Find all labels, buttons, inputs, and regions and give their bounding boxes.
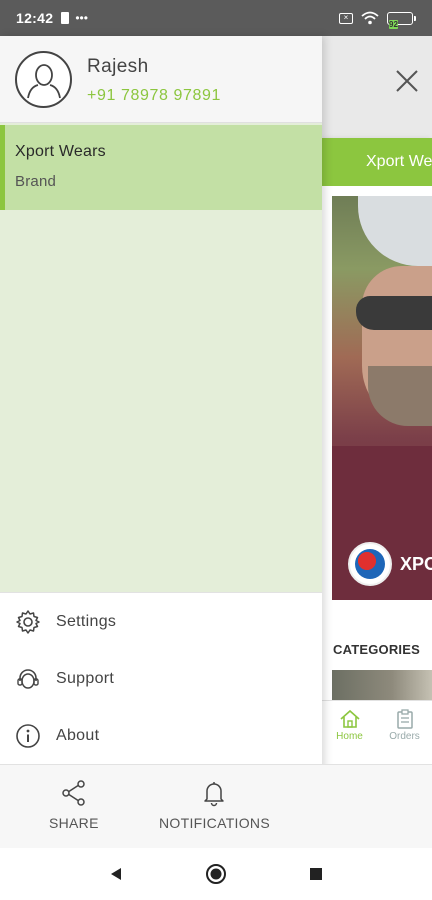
banner-beard <box>368 366 432 426</box>
wifi-icon <box>361 11 379 25</box>
brand-item-title: Xport Wears <box>15 143 106 160</box>
menu-item-about[interactable]: About <box>0 707 322 764</box>
brand-text: XPORT <box>400 553 432 574</box>
app-toolbar: Xport Wears <box>322 138 432 186</box>
nav-item-home[interactable]: Home <box>322 701 377 750</box>
brand-list: Xport Wears Brand <box>0 122 322 592</box>
notifications-label: NOTIFICATIONS <box>159 815 270 831</box>
home-button[interactable] <box>201 859 231 889</box>
category-thumbnail[interactable] <box>332 670 432 702</box>
battery-icon: 92 <box>387 11 416 29</box>
close-icon <box>396 70 418 92</box>
brand-item-subtitle: Brand <box>15 173 57 190</box>
bell-icon <box>204 782 225 807</box>
background-app-screen: Xport Wears XPORT CATEGORIES Home <box>322 36 432 848</box>
share-button[interactable]: SHARE <box>49 779 99 831</box>
drawer-header: Rajesh +91 78978 97891 <box>0 36 322 122</box>
system-navigation-bar <box>0 848 432 900</box>
menu-item-settings-label: Settings <box>56 612 117 630</box>
recents-square-icon <box>310 868 322 880</box>
gear-icon <box>14 608 42 636</box>
drawer-menu: Settings Support About <box>0 592 322 764</box>
banner-goggles <box>356 296 432 330</box>
recents-button[interactable] <box>301 859 331 889</box>
headset-icon <box>14 665 42 693</box>
categories-heading: CATEGORIES <box>333 642 420 657</box>
navigation-drawer: Rajesh +91 78978 97891 Xport Wears Brand… <box>0 36 432 848</box>
cast-icon: × <box>339 12 353 24</box>
app-toolbar-title: Xport Wears <box>366 153 432 170</box>
user-name: Rajesh <box>87 56 149 77</box>
status-bar: 12:42 ••• × 92 <box>0 0 432 36</box>
banner-helmet <box>358 196 432 266</box>
share-icon <box>62 780 85 806</box>
nav-item-orders[interactable]: Orders <box>377 701 432 750</box>
brand-list-item[interactable]: Xport Wears Brand <box>0 125 322 210</box>
background-app-card[interactable]: Xport Wears XPORT CATEGORIES Home <box>322 138 432 782</box>
share-label: SHARE <box>49 815 99 831</box>
orders-icon <box>396 709 413 729</box>
status-right-icons: × 92 <box>339 11 416 29</box>
sim-card-icon <box>61 12 70 24</box>
menu-item-support[interactable]: Support <box>0 650 322 707</box>
brand-logo <box>348 542 392 586</box>
drawer-footer: SHARE NOTIFICATIONS <box>0 764 432 848</box>
banner-brand: XPORT <box>348 542 432 586</box>
home-icon <box>339 709 360 728</box>
menu-item-support-label: Support <box>56 669 115 687</box>
user-avatar-icon <box>26 63 61 98</box>
status-time: 12:42 <box>16 10 54 26</box>
back-button[interactable] <box>101 859 131 889</box>
app-bottom-nav: Home Orders <box>322 700 432 750</box>
battery-level: 92 <box>389 19 398 29</box>
notifications-button[interactable]: NOTIFICATIONS <box>159 779 270 831</box>
nav-item-home-label: Home <box>336 731 363 742</box>
menu-item-settings[interactable]: Settings <box>0 593 322 650</box>
more-notifications-icon: ••• <box>75 11 88 25</box>
info-icon <box>14 722 42 750</box>
avatar[interactable] <box>15 51 72 108</box>
close-drawer-button[interactable] <box>392 66 422 96</box>
hero-banner-image[interactable]: XPORT <box>332 196 432 600</box>
user-phone: +91 78978 97891 <box>87 87 222 104</box>
nav-item-orders-label: Orders <box>389 731 420 742</box>
home-circle-icon <box>206 864 226 884</box>
status-notification-icons: ••• <box>61 11 88 25</box>
back-triangle-icon <box>111 868 121 880</box>
menu-item-about-label: About <box>56 726 100 744</box>
